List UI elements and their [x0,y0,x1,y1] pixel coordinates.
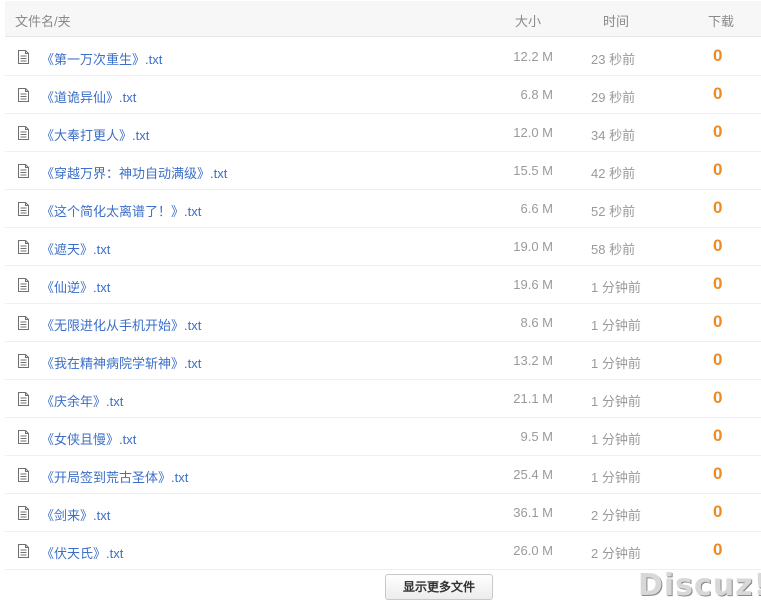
file-size: 6.6 M [520,201,553,216]
document-icon [18,278,29,292]
file-size: 12.2 M [513,49,553,64]
file-time: 1 分钟前 [591,394,641,409]
file-list: 《第一万次重生》.txt 12.2 M 23 秒前 0 《道诡异仙》.txt 6… [5,38,761,570]
file-time: 58 秒前 [591,242,636,257]
file-list-panel: 文件名/夹 大小 时间 下载 《第一万次重生》.txt 12.2 M 23 秒前… [0,0,761,612]
file-row: 《道诡异仙》.txt 6.8 M 29 秒前 0 [5,76,761,114]
document-icon [18,50,29,64]
download-count[interactable]: 0 [713,160,722,180]
file-name-link[interactable]: 《第一万次重生》.txt [41,49,162,68]
download-count[interactable]: 0 [713,46,722,66]
file-row: 《庆余年》.txt 21.1 M 1 分钟前 0 [5,380,761,418]
file-time: 42 秒前 [591,166,636,181]
file-name-link[interactable]: 《大奉打更人》.txt [41,125,149,144]
download-count[interactable]: 0 [713,426,722,446]
file-time: 34 秒前 [591,128,636,143]
file-size: 36.1 M [513,505,553,520]
file-name-link[interactable]: 《穿越万界：神功自动满级》.txt [41,163,227,182]
download-count[interactable]: 0 [713,312,722,332]
download-count[interactable]: 0 [713,84,722,104]
file-size: 26.0 M [513,543,553,558]
file-time: 1 分钟前 [591,470,641,485]
document-icon [18,506,29,520]
download-count[interactable]: 0 [713,350,722,370]
file-time: 1 分钟前 [591,280,641,295]
file-name-link[interactable]: 《仙逆》.txt [41,277,110,296]
file-time: 2 分钟前 [591,546,641,561]
download-count[interactable]: 0 [713,274,722,294]
file-name-link[interactable]: 《剑来》.txt [41,505,110,524]
file-row: 《伏天氏》.txt 26.0 M 2 分钟前 0 [5,532,761,570]
file-row: 《我在精神病院学斩神》.txt 13.2 M 1 分钟前 0 [5,342,761,380]
document-icon [18,240,29,254]
file-time: 1 分钟前 [591,356,641,371]
document-icon [18,88,29,102]
file-name-link[interactable]: 《无限进化从手机开始》.txt [41,315,201,334]
file-row: 《穿越万界：神功自动满级》.txt 15.5 M 42 秒前 0 [5,152,761,190]
file-time: 2 分钟前 [591,508,641,523]
document-icon [18,468,29,482]
file-time: 52 秒前 [591,204,636,219]
file-row: 《这个简化太离谱了！》.txt 6.6 M 52 秒前 0 [5,190,761,228]
document-icon [18,430,29,444]
file-size: 19.0 M [513,239,553,254]
download-count[interactable]: 0 [713,388,722,408]
file-name-link[interactable]: 《伏天氏》.txt [41,543,123,562]
document-icon [18,316,29,330]
file-size: 9.5 M [520,429,553,444]
file-name-link[interactable]: 《这个简化太离谱了！》.txt [41,201,201,220]
file-row: 《开局签到荒古圣体》.txt 25.4 M 1 分钟前 0 [5,456,761,494]
download-count[interactable]: 0 [713,502,722,522]
download-count[interactable]: 0 [713,464,722,484]
document-icon [18,164,29,178]
file-row: 《遮天》.txt 19.0 M 58 秒前 0 [5,228,761,266]
file-row: 《无限进化从手机开始》.txt 8.6 M 1 分钟前 0 [5,304,761,342]
document-icon [18,544,29,558]
download-count[interactable]: 0 [713,198,722,218]
column-header-size[interactable]: 大小 [515,11,541,30]
file-name-link[interactable]: 《道诡异仙》.txt [41,87,136,106]
document-icon [18,126,29,140]
file-name-link[interactable]: 《开局签到荒古圣体》.txt [41,467,188,486]
file-name-link[interactable]: 《我在精神病院学斩神》.txt [41,353,201,372]
file-time: 1 分钟前 [591,318,641,333]
download-count[interactable]: 0 [713,122,722,142]
file-size: 21.1 M [513,391,553,406]
file-size: 12.0 M [513,125,553,140]
file-row: 《仙逆》.txt 19.6 M 1 分钟前 0 [5,266,761,304]
document-icon [18,354,29,368]
column-header-downloads[interactable]: 下载 [708,11,734,30]
document-icon [18,202,29,216]
file-row: 《第一万次重生》.txt 12.2 M 23 秒前 0 [5,38,761,76]
document-icon [18,392,29,406]
file-size: 8.6 M [520,315,553,330]
file-size: 25.4 M [513,467,553,482]
file-row: 《女侠且慢》.txt 9.5 M 1 分钟前 0 [5,418,761,456]
file-list-header: 文件名/夹 大小 时间 下载 [5,1,761,37]
file-time: 1 分钟前 [591,432,641,447]
file-size: 19.6 M [513,277,553,292]
column-header-name[interactable]: 文件名/夹 [15,11,71,30]
download-count[interactable]: 0 [713,540,722,560]
file-name-link[interactable]: 《遮天》.txt [41,239,110,258]
file-time: 23 秒前 [591,52,636,67]
download-count[interactable]: 0 [713,236,722,256]
file-size: 13.2 M [513,353,553,368]
discuz-watermark: Discuz! [638,568,761,603]
file-time: 29 秒前 [591,90,636,105]
file-name-link[interactable]: 《庆余年》.txt [41,391,123,410]
file-row: 《大奉打更人》.txt 12.0 M 34 秒前 0 [5,114,761,152]
file-size: 6.8 M [520,87,553,102]
file-name-link[interactable]: 《女侠且慢》.txt [41,429,136,448]
show-more-files-button[interactable]: 显示更多文件 [385,574,493,600]
file-row: 《剑来》.txt 36.1 M 2 分钟前 0 [5,494,761,532]
file-size: 15.5 M [513,163,553,178]
column-header-time[interactable]: 时间 [603,11,629,30]
